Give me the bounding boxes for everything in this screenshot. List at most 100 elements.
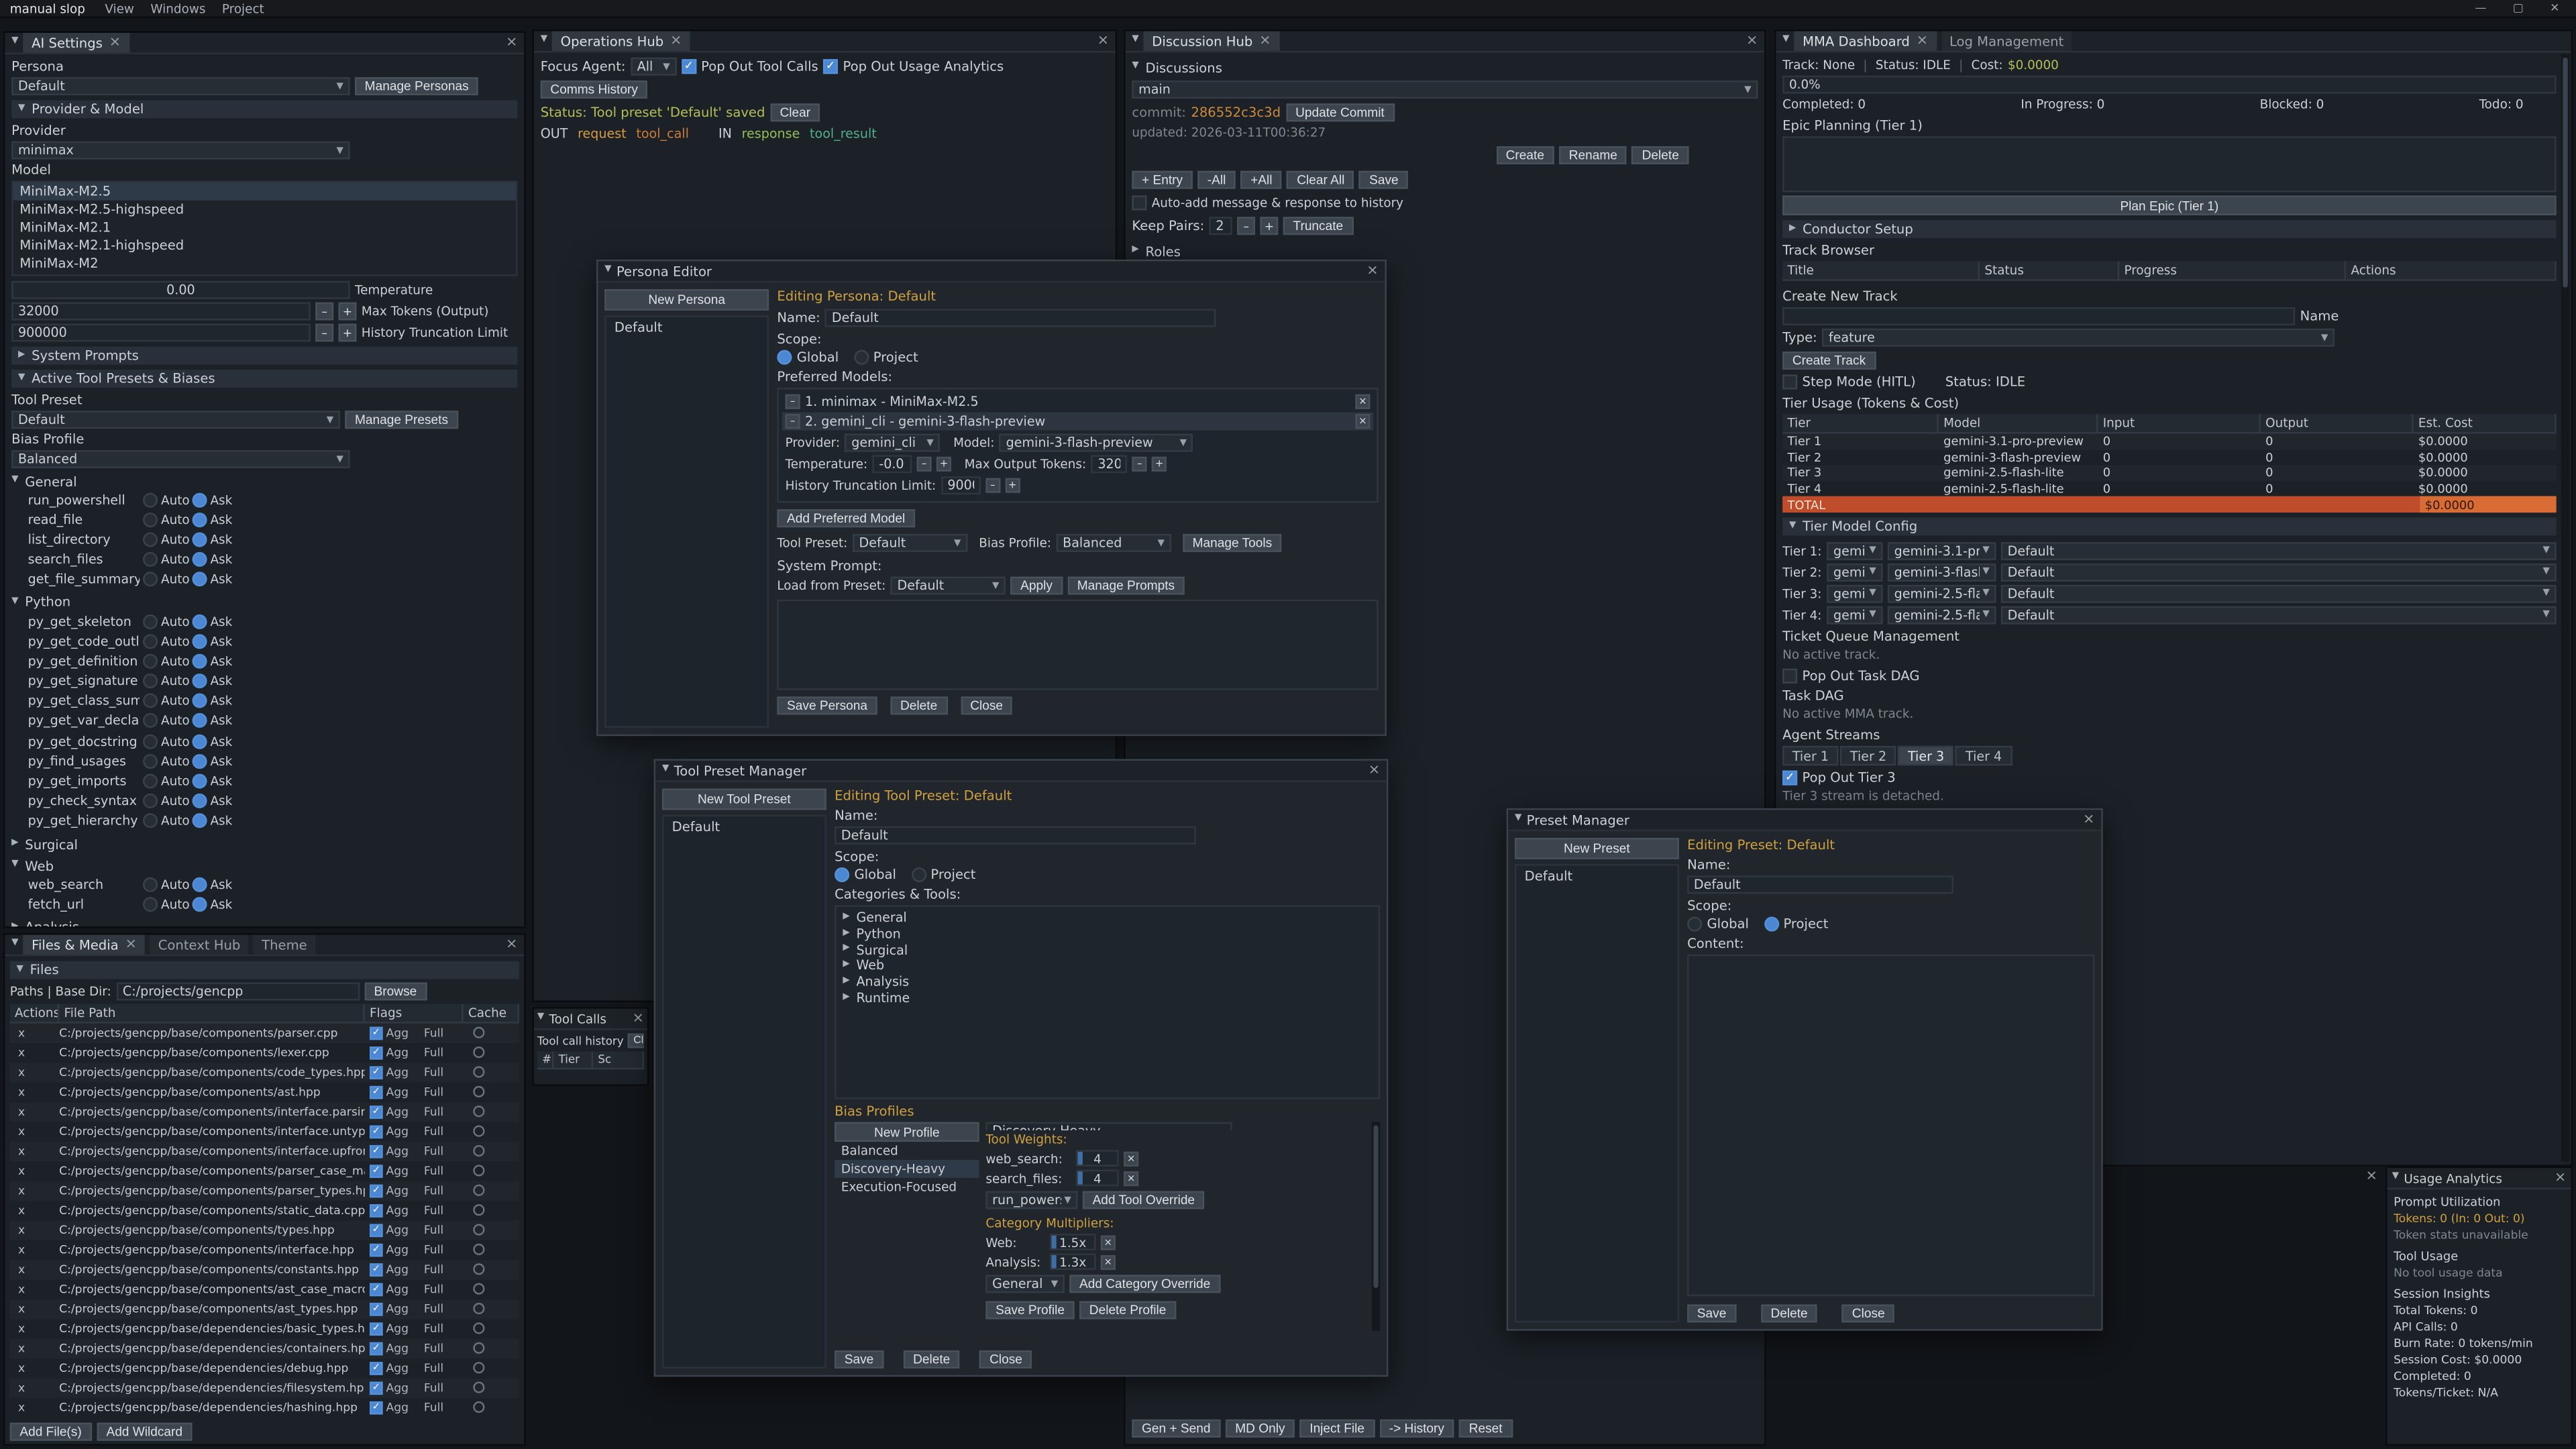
model-option[interactable]: MiniMax-M2.1: [13, 219, 516, 237]
delete-profile-button[interactable]: Delete Profile: [1079, 1301, 1176, 1320]
tool-auto-option[interactable]: Auto: [143, 734, 189, 749]
column-header[interactable]: Title: [1782, 261, 1980, 279]
scope-global-radio[interactable]: [777, 350, 792, 365]
decrement-button[interactable]: –: [917, 457, 932, 472]
close-dialog-button[interactable]: Close: [1842, 1304, 1894, 1322]
column-header[interactable]: Progress: [2119, 261, 2346, 279]
remove-file-button[interactable]: x: [10, 1165, 59, 1178]
scope-project-radio[interactable]: [853, 350, 868, 365]
preferred-model-row[interactable]: – 2. gemini_cli - gemini-3-flash-preview…: [782, 411, 1374, 430]
agg-checkbox[interactable]: ✓: [370, 1086, 383, 1099]
tier-preset-select[interactable]: Default ▼: [2001, 541, 2557, 559]
full-flag-button[interactable]: Full: [424, 1027, 467, 1040]
preset-list-item[interactable]: Default: [1518, 867, 1676, 885]
bias-profile-select[interactable]: Balanced ▼: [11, 450, 350, 468]
agent-stream-tab[interactable]: Tier 1: [1782, 746, 1839, 765]
discussion-action-button[interactable]: MD Only: [1226, 1419, 1295, 1438]
tool-weight-drag[interactable]: 4: [1076, 1150, 1119, 1166]
discussion-entry-button[interactable]: Save: [1359, 171, 1408, 189]
agg-checkbox[interactable]: ✓: [370, 1342, 383, 1356]
column-header[interactable]: Flags: [365, 1004, 464, 1022]
window-menu-icon[interactable]: ▼: [537, 1014, 544, 1023]
ask-radio[interactable]: [193, 897, 207, 912]
preset-content-input[interactable]: [1687, 955, 2094, 1296]
column-header[interactable]: Model: [1939, 414, 2098, 432]
tool-ask-option[interactable]: Ask: [193, 814, 239, 828]
tab-close-icon[interactable]: ×: [125, 938, 136, 952]
pm-max-output-input[interactable]: [1091, 455, 1128, 473]
category-tree-node[interactable]: ▶ Runtime: [839, 989, 1375, 1006]
column-header[interactable]: Cache: [464, 1004, 519, 1022]
truncate-button[interactable]: Truncate: [1283, 217, 1353, 235]
floating-close-icon[interactable]: ×: [2366, 1170, 2377, 1184]
remove-file-button[interactable]: x: [10, 1303, 59, 1316]
tab-ai-settings[interactable]: AI Settings ×: [23, 33, 129, 52]
browse-button[interactable]: Browse: [364, 982, 427, 1000]
tab-files-media[interactable]: Files & Media ×: [23, 934, 145, 954]
persona-name-input[interactable]: [825, 309, 1216, 327]
add-preferred-model-button[interactable]: Add Preferred Model: [777, 509, 915, 527]
load-preset-select[interactable]: Default ▼: [891, 577, 1006, 595]
tool-auto-option[interactable]: Auto: [143, 653, 189, 668]
full-flag-button[interactable]: Full: [424, 1303, 467, 1316]
dialog-close-icon[interactable]: ×: [2083, 813, 2094, 827]
tool-ask-option[interactable]: Ask: [193, 492, 239, 507]
full-flag-button[interactable]: Full: [424, 1086, 467, 1099]
decrement-button[interactable]: –: [315, 323, 333, 341]
tier-model-select[interactable]: gemini-2.5-flash-lite ▼: [1888, 605, 1996, 623]
column-header[interactable]: Actions: [2346, 261, 2556, 279]
window-menu-icon[interactable]: ▼: [2392, 1173, 2399, 1182]
full-flag-button[interactable]: Full: [424, 1185, 467, 1198]
tier-model-select[interactable]: gemini-3-flash-preview ▼: [1888, 563, 1996, 581]
remove-file-button[interactable]: x: [10, 1244, 59, 1257]
scope-global-radio[interactable]: [1687, 917, 1702, 932]
ask-radio[interactable]: [193, 734, 207, 749]
agg-checkbox[interactable]: ✓: [370, 1066, 383, 1079]
remove-file-button[interactable]: x: [10, 1086, 59, 1099]
full-flag-button[interactable]: Full: [424, 1244, 467, 1257]
column-header[interactable]: Input: [2098, 414, 2260, 432]
add-wildcard-button[interactable]: Add Wildcard: [97, 1423, 193, 1441]
remove-override-button[interactable]: ×: [1101, 1234, 1116, 1249]
tool-ask-option[interactable]: Ask: [193, 794, 239, 808]
increment-button[interactable]: +: [936, 457, 951, 472]
agg-checkbox[interactable]: ✓: [370, 1145, 383, 1159]
agg-checkbox[interactable]: ✓: [370, 1204, 383, 1218]
full-flag-button[interactable]: Full: [424, 1165, 467, 1178]
ask-radio[interactable]: [193, 714, 207, 729]
ask-radio[interactable]: [193, 674, 207, 688]
tool-ask-option[interactable]: Ask: [193, 614, 239, 629]
tool-preset-select[interactable]: Default ▼: [11, 411, 340, 429]
provider-select[interactable]: minimax ▼: [11, 142, 350, 160]
keep-pairs-input[interactable]: [1210, 217, 1232, 235]
remove-file-button[interactable]: x: [10, 1362, 59, 1375]
auto-radio[interactable]: [143, 653, 158, 668]
category-tree-node[interactable]: ▶ General: [839, 910, 1375, 926]
clear-tool-calls-button[interactable]: Clear: [627, 1033, 644, 1048]
ask-radio[interactable]: [193, 653, 207, 668]
tool-preset-list-item[interactable]: Default: [665, 818, 823, 837]
tool-auto-option[interactable]: Auto: [143, 694, 189, 708]
remove-file-button[interactable]: x: [10, 1401, 59, 1415]
comms-history-button[interactable]: Comms History: [541, 80, 648, 99]
save-tool-preset-button[interactable]: Save: [835, 1350, 883, 1368]
move-up-button[interactable]: –: [786, 394, 800, 409]
bias-profile-item[interactable]: Balanced: [835, 1142, 979, 1160]
full-flag-button[interactable]: Full: [424, 1362, 467, 1375]
auto-radio[interactable]: [143, 532, 158, 547]
profile-name-input[interactable]: [985, 1122, 1232, 1130]
auto-radio[interactable]: [143, 877, 158, 892]
tool-group-header[interactable]: ▼General: [11, 473, 517, 489]
menu-item[interactable]: Windows: [144, 1, 213, 15]
system-prompts-section-header[interactable]: ▶ System Prompts: [11, 347, 517, 365]
discussion-select[interactable]: main ▼: [1132, 80, 1758, 99]
panel-close-icon[interactable]: ×: [506, 36, 517, 50]
tool-auto-option[interactable]: Auto: [143, 754, 189, 769]
remove-override-button[interactable]: ×: [1124, 1151, 1138, 1166]
tool-preset-manager-header[interactable]: ▼ Tool Preset Manager ×: [655, 761, 1387, 782]
base-dir-input[interactable]: [116, 982, 359, 1000]
discussion-manage-button[interactable]: Create: [1496, 146, 1554, 164]
tab-theme[interactable]: Theme: [254, 934, 315, 954]
tab-mma-dashboard[interactable]: MMA Dashboard ×: [1794, 32, 1936, 51]
full-flag-button[interactable]: Full: [424, 1046, 467, 1060]
